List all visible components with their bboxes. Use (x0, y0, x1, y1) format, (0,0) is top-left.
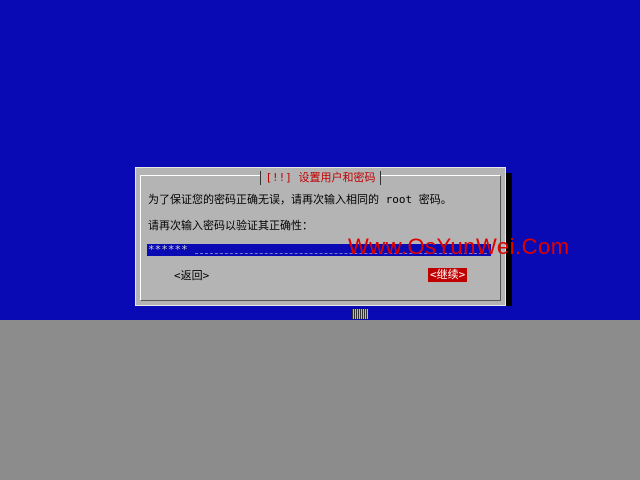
dialog-message: 为了保证您的密码正确无误，请再次输入相同的 root 密码。 (148, 193, 452, 206)
password-mask-text: ****** (148, 243, 188, 256)
cursor-artifact (352, 309, 368, 319)
dialog-title-bar: [!!] 设置用户和密码 (136, 166, 505, 185)
back-button[interactable]: <返回> (174, 269, 209, 283)
lower-background-panel (0, 320, 640, 480)
mouse-cursor-icon (352, 303, 368, 319)
dialog-title: [!!] 设置用户和密码 (260, 171, 381, 185)
watermark-text: Www.OsYunWei.Com (348, 234, 570, 259)
password-prompt-label: 请再次输入密码以验证其正确性： (148, 219, 313, 232)
continue-button[interactable]: <继续> (428, 268, 468, 282)
